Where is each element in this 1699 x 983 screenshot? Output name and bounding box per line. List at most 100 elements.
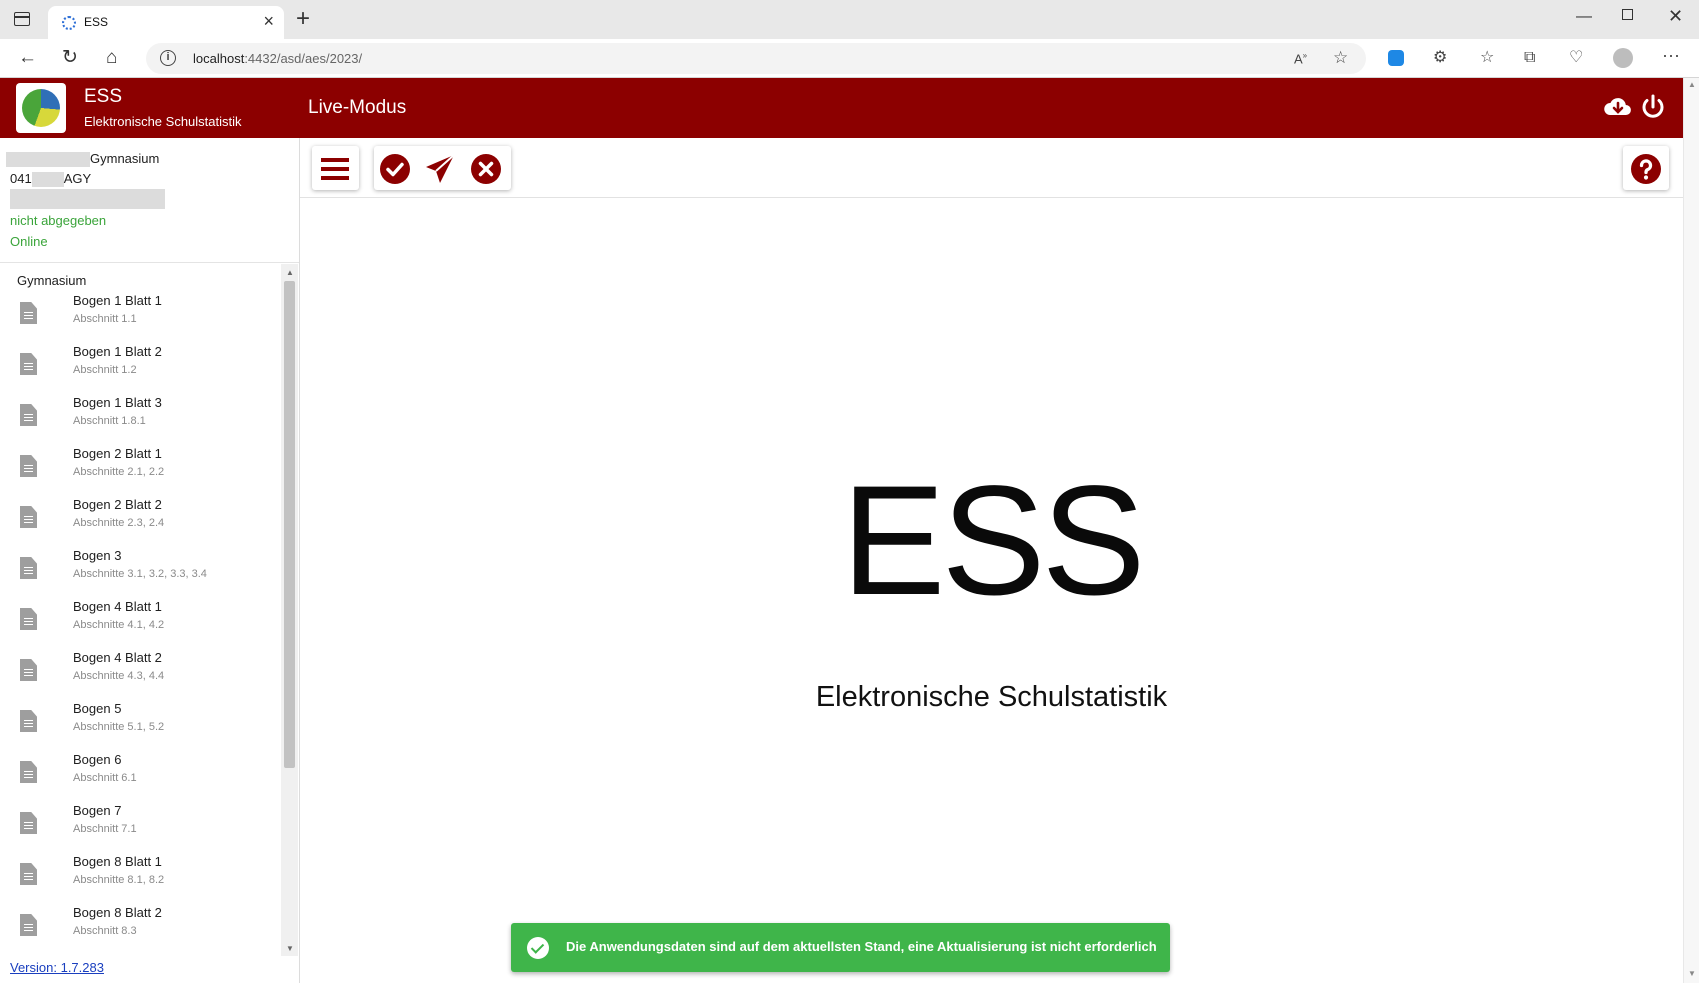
page-scroll-up-icon[interactable]: ▲	[1688, 80, 1696, 89]
list-item[interactable]: Bogen 2 Blatt 2 Abschnitte 2.3, 2.4	[0, 494, 280, 545]
list-scrollbar[interactable]: ▲ ▼	[281, 264, 298, 956]
power-icon[interactable]	[1638, 92, 1668, 122]
help-button[interactable]	[1623, 146, 1669, 190]
list-item-subtitle: Abschnitte 2.3, 2.4	[73, 517, 165, 529]
extensions-icon[interactable]: ⚙	[1433, 49, 1447, 67]
document-icon	[20, 812, 37, 834]
splash-title: ESS	[841, 454, 1145, 628]
menu-button[interactable]	[312, 146, 359, 190]
help-icon	[1631, 154, 1661, 184]
app-subtitle: Elektronische Schulstatistik	[84, 114, 242, 129]
back-icon[interactable]: ←	[18, 47, 37, 69]
list-item-subtitle: Abschnitte 8.1, 8.2	[73, 874, 165, 886]
action-button-group	[374, 146, 511, 190]
check-circle-icon	[527, 937, 549, 959]
document-icon	[20, 710, 37, 732]
splash-subtitle: Elektronische Schulstatistik	[815, 681, 1168, 713]
reload-icon[interactable]: ↻	[62, 47, 78, 69]
list-item-title: Bogen 2 Blatt 1	[73, 446, 162, 461]
list-item[interactable]: Bogen 4 Blatt 1 Abschnitte 4.1, 4.2	[0, 596, 280, 647]
minimize-icon[interactable]: —	[1576, 8, 1592, 26]
list-item-title: Bogen 3	[73, 548, 122, 563]
school-name: Gymnasium	[6, 151, 159, 168]
document-icon	[20, 659, 37, 681]
cancel-icon[interactable]	[470, 153, 502, 185]
redacted-block	[10, 189, 165, 209]
ess-logo	[16, 83, 66, 133]
list-item-title: Bogen 1 Blatt 2	[73, 344, 162, 359]
submission-status: nicht abgegeben	[10, 213, 107, 228]
notification-message: Die Anwendungsdaten sind auf dem aktuell…	[566, 939, 1157, 954]
main-content: ESS Elektronische Schulstatistik	[300, 199, 1683, 983]
profile-avatar-icon[interactable]	[1613, 48, 1633, 68]
more-menu-icon[interactable]: ···	[1662, 46, 1680, 64]
page-scroll-down-icon[interactable]: ▼	[1688, 969, 1696, 978]
check-icon[interactable]	[379, 153, 411, 185]
read-aloud-icon[interactable]: A»	[1294, 51, 1307, 66]
new-tab-icon[interactable]: +	[296, 7, 310, 31]
favorites-icon[interactable]: ☆	[1480, 49, 1494, 67]
browser-tab[interactable]: ESS ×	[48, 6, 284, 39]
list-item[interactable]: Bogen 3 Abschnitte 3.1, 3.2, 3.3, 3.4	[0, 545, 280, 596]
document-icon	[20, 302, 37, 324]
browser-tabbar: ESS × + — ✕	[0, 0, 1699, 39]
redacted-block	[6, 152, 90, 168]
list-item[interactable]: Bogen 1 Blatt 1 Abschnitt 1.1	[0, 290, 280, 341]
page-scrollbar[interactable]: ▲ ▼	[1683, 78, 1699, 983]
version-link[interactable]: Version: 1.7.283	[10, 960, 104, 975]
scroll-up-icon[interactable]: ▲	[286, 268, 294, 277]
tab-actions-icon[interactable]	[14, 12, 30, 26]
list-item-title: Bogen 8 Blatt 2	[73, 905, 162, 920]
list-item-title: Bogen 7	[73, 803, 122, 818]
app-title: ESS	[84, 86, 123, 107]
school-code: 041 AGY	[10, 171, 92, 188]
url-text: localhost:4432/asd/aes/2023/	[193, 51, 363, 66]
document-icon	[20, 557, 37, 579]
list-item-subtitle: Abschnitte 4.3, 4.4	[73, 670, 165, 682]
list-item-subtitle: Abschnitte 3.1, 3.2, 3.3, 3.4	[73, 568, 207, 580]
action-toolbar	[300, 138, 1683, 198]
performance-icon[interactable]: ♡	[1569, 49, 1583, 67]
document-icon	[20, 914, 37, 936]
logo-pie-icon	[22, 89, 60, 127]
list-item[interactable]: Bogen 1 Blatt 2 Abschnitt 1.2	[0, 341, 280, 392]
list-item[interactable]: Bogen 4 Blatt 2 Abschnitte 4.3, 4.4	[0, 647, 280, 698]
list-item-subtitle: Abschnitte 2.1, 2.2	[73, 466, 165, 478]
site-info-icon[interactable]: i	[160, 50, 176, 66]
school-address	[10, 189, 165, 209]
list-item[interactable]: Bogen 8 Blatt 2 Abschnitt 8.3	[0, 902, 280, 953]
list-item-subtitle: Abschnitt 1.2	[73, 364, 137, 376]
document-icon	[20, 404, 37, 426]
list-item[interactable]: Bogen 5 Abschnitte 5.1, 5.2	[0, 698, 280, 749]
list-item-subtitle: Abschnitt 7.1	[73, 823, 137, 835]
maximize-icon[interactable]	[1622, 9, 1633, 20]
document-icon	[20, 455, 37, 477]
send-icon[interactable]	[424, 153, 456, 185]
address-bar[interactable]: i localhost:4432/asd/aes/2023/ A» ☆	[146, 43, 1366, 74]
close-tab-icon[interactable]: ×	[263, 11, 274, 31]
scroll-down-icon[interactable]: ▼	[286, 944, 294, 953]
list-item[interactable]: Bogen 7 Abschnitt 7.1	[0, 800, 280, 851]
home-icon[interactable]: ⌂	[106, 47, 117, 69]
hamburger-menu-icon	[321, 158, 349, 180]
school-info: Gymnasium 041 AGY nicht abgegeben Online	[0, 138, 299, 263]
list-item[interactable]: Bogen 8 Blatt 1 Abschnitte 8.1, 8.2	[0, 851, 280, 902]
collections-icon[interactable]: ⧉	[1524, 49, 1535, 67]
list-item[interactable]: Bogen 1 Blatt 3 Abschnitt 1.8.1	[0, 392, 280, 443]
extension-shield-icon[interactable]	[1388, 50, 1404, 66]
list-item[interactable]: Bogen 2 Blatt 1 Abschnitte 2.1, 2.2	[0, 443, 280, 494]
document-icon	[20, 608, 37, 630]
close-window-icon[interactable]: ✕	[1668, 6, 1683, 27]
list-item[interactable]: Bogen 6 Abschnitt 6.1	[0, 749, 280, 800]
connection-status: Online	[10, 234, 48, 249]
update-notification: Die Anwendungsdaten sind auf dem aktuell…	[511, 923, 1170, 972]
favorite-star-icon[interactable]: ☆	[1333, 48, 1348, 68]
scroll-thumb[interactable]	[284, 281, 295, 768]
cloud-download-icon[interactable]	[1603, 92, 1633, 122]
redacted-block	[31, 172, 64, 188]
list-item-subtitle: Abschnitt 8.3	[73, 925, 137, 937]
document-icon	[20, 863, 37, 885]
list-heading: Gymnasium	[17, 273, 87, 288]
list-item-title: Bogen 4 Blatt 1	[73, 599, 162, 614]
list-item-subtitle: Abschnitt 1.8.1	[73, 415, 146, 427]
